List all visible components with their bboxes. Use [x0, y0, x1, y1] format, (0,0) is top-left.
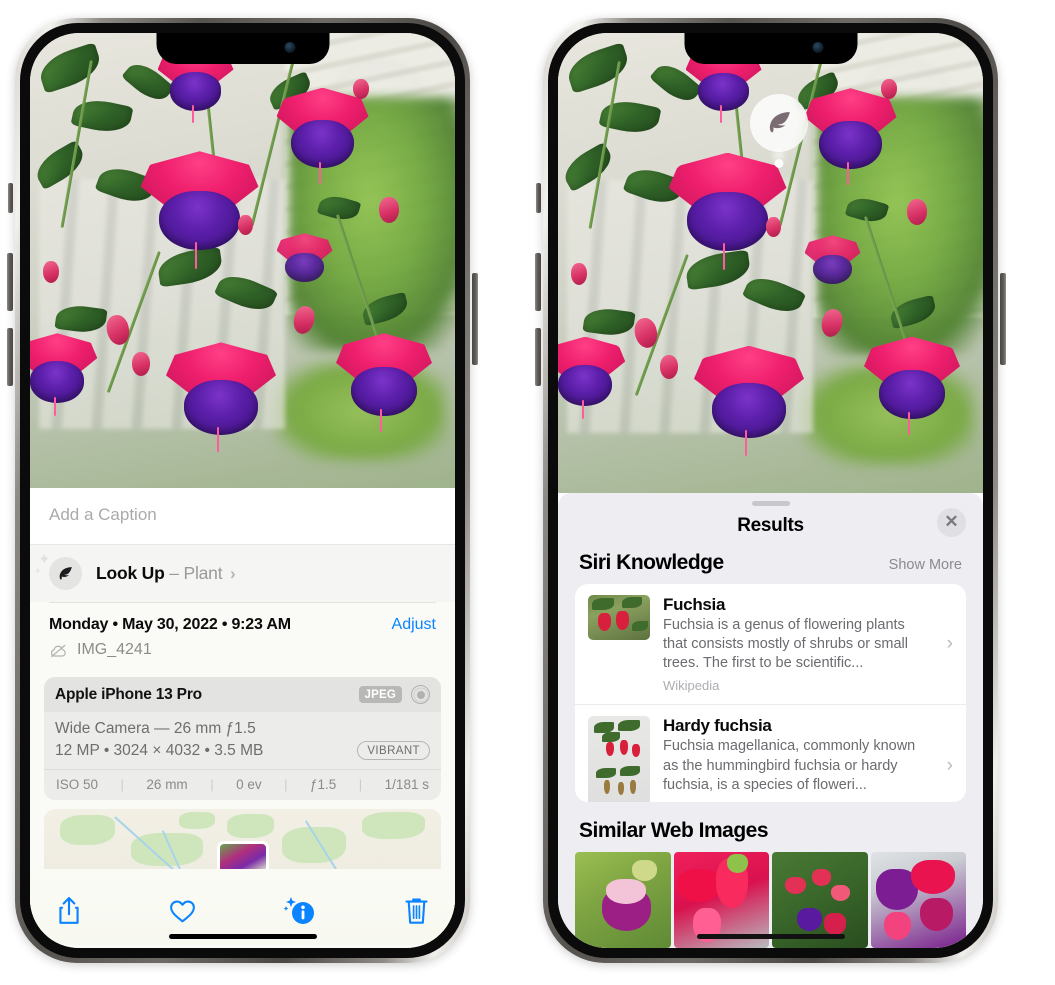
- notch: [156, 33, 329, 64]
- exif-separator: |: [284, 777, 288, 792]
- exif-iso: ISO 50: [56, 777, 99, 792]
- trash-icon[interactable]: [404, 896, 429, 931]
- location-map-thumbnail[interactable]: [44, 809, 441, 869]
- siri-knowledge-header: Siri Knowledge Show More: [558, 551, 983, 584]
- exif-aperture: ƒ1.5: [310, 777, 337, 792]
- photo-pin[interactable]: [216, 841, 269, 869]
- camera-details-card[interactable]: Apple iPhone 13 Pro JPEG Wide Camera — 2…: [44, 677, 441, 800]
- cloud-slash-icon: [50, 644, 66, 657]
- siri-knowledge-card: Fuchsia Fuchsia is a genus of flowering …: [575, 583, 966, 802]
- exif-shutter: 1/181 s: [384, 777, 429, 792]
- volume-up-button[interactable]: [535, 253, 541, 311]
- heart-icon[interactable]: [168, 898, 197, 929]
- left-phone-bezel: Add a Caption ✦ ✦ Look Up – Plant › Mond…: [20, 23, 465, 958]
- list-item[interactable]: Fuchsia Fuchsia is a genus of flowering …: [575, 584, 966, 705]
- chevron-right-icon: ›: [946, 632, 953, 654]
- item-title: Hardy fuchsia: [663, 716, 772, 736]
- mute-switch[interactable]: [536, 183, 541, 213]
- notch: [684, 33, 857, 64]
- right-phone-bezel: Results ✕ Siri Knowledge Show More Fuchs…: [548, 23, 993, 958]
- exif-separator: |: [120, 777, 124, 792]
- camera-card-body: Wide Camera — 26 mm ƒ1.5 12 MP • 3024 × …: [44, 712, 441, 769]
- look-up-label: Look Up – Plant ›: [96, 563, 236, 584]
- caption-row[interactable]: Add a Caption: [30, 488, 455, 545]
- front-camera-icon: [812, 42, 823, 53]
- look-up-row[interactable]: ✦ ✦ Look Up – Plant ›: [30, 545, 455, 602]
- date-taken: Monday • May 30, 2022 • 9:23 AM: [49, 616, 291, 633]
- volume-down-button[interactable]: [535, 328, 541, 386]
- caption-input[interactable]: Add a Caption: [49, 505, 436, 525]
- right-phone-screen: Results ✕ Siri Knowledge Show More Fuchs…: [558, 33, 983, 948]
- look-up-title: Look Up: [96, 563, 165, 583]
- mute-switch[interactable]: [8, 183, 13, 213]
- left-phone-device: Add a Caption ✦ ✦ Look Up – Plant › Mond…: [7, 18, 478, 963]
- camera-card-header: Apple iPhone 13 Pro JPEG: [44, 677, 441, 712]
- sparkles-icon: ✦: [38, 551, 51, 568]
- photo-info-sheet: Add a Caption ✦ ✦ Look Up – Plant › Mond…: [30, 488, 455, 948]
- exif-separator: |: [358, 777, 363, 792]
- adjust-button[interactable]: Adjust: [392, 616, 436, 634]
- results-title: Results: [737, 514, 804, 536]
- screenshot-stage: Add a Caption ✦ ✦ Look Up – Plant › Mond…: [0, 0, 1055, 985]
- sparkles-small-icon: ✦: [34, 566, 42, 576]
- look-up-subject: Plant: [183, 563, 223, 583]
- style-badge: VIBRANT: [357, 741, 430, 760]
- chevron-right-icon: ›: [946, 754, 953, 776]
- format-badge: JPEG: [358, 686, 402, 703]
- photo-fuchsia-garden[interactable]: [30, 33, 455, 488]
- lens-circle-icon: [411, 685, 430, 704]
- web-image-4[interactable]: [870, 852, 966, 948]
- specs-line: 12 MP • 3024 × 4032 • 3.5 MB: [55, 741, 264, 759]
- visual-lookup-results-sheet: Results ✕ Siri Knowledge Show More Fuchs…: [558, 493, 983, 948]
- exif-ev: 0 ev: [236, 777, 262, 792]
- similar-web-images-title: Similar Web Images: [579, 819, 769, 842]
- exif-separator: |: [210, 777, 214, 792]
- front-camera-icon: [284, 42, 295, 53]
- home-indicator[interactable]: [168, 934, 317, 939]
- similar-web-images-header: Similar Web Images: [558, 802, 983, 852]
- item-description: Fuchsia magellanica, commonly known as t…: [663, 738, 916, 793]
- siri-knowledge-title: Siri Knowledge: [579, 550, 724, 574]
- share-icon[interactable]: [56, 896, 82, 931]
- right-phone-device: Results ✕ Siri Knowledge Show More Fuchs…: [535, 18, 1006, 963]
- exif-focal: 26 mm: [146, 777, 188, 792]
- results-header: Results ✕: [558, 506, 983, 551]
- lens-line: Wide Camera — 26 mm ƒ1.5: [55, 720, 256, 737]
- leaf-icon: ✦ ✦: [34, 552, 82, 590]
- badge-anchor-dot: [774, 158, 784, 168]
- home-indicator[interactable]: [696, 934, 845, 939]
- visual-lookup-badge[interactable]: [750, 93, 808, 168]
- list-item[interactable]: Hardy fuchsia Fuchsia magellanica, commo…: [575, 704, 966, 802]
- date-info-block: Monday • May 30, 2022 • 9:23 AM Adjust I…: [30, 603, 455, 669]
- exif-row: ISO 50 | 26 mm | 0 ev | ƒ1.5 | 1/181 s: [44, 769, 441, 800]
- item-source: Wikipedia: [663, 678, 720, 694]
- item-title: Fuchsia: [663, 594, 726, 614]
- close-icon[interactable]: ✕: [937, 507, 966, 537]
- info-sparkle-icon[interactable]: [282, 895, 318, 932]
- chevron-right-icon: ›: [230, 564, 236, 583]
- look-up-dash: –: [169, 563, 179, 583]
- left-phone-screen: Add a Caption ✦ ✦ Look Up – Plant › Mond…: [30, 33, 455, 948]
- show-more-button[interactable]: Show More: [889, 557, 962, 573]
- web-image-1[interactable]: [575, 852, 671, 948]
- volume-up-button[interactable]: [7, 253, 13, 311]
- power-button[interactable]: [1000, 273, 1006, 365]
- fuchsia-thumbnail: [588, 594, 650, 640]
- file-name: IMG_4241: [77, 641, 152, 658]
- hardy-fuchsia-thumbnail: [588, 716, 650, 802]
- item-description: Fuchsia is a genus of flowering plants t…: [663, 616, 908, 672]
- power-button[interactable]: [472, 273, 478, 365]
- photo-fuchsia-garden[interactable]: [558, 33, 983, 493]
- volume-down-button[interactable]: [7, 328, 13, 386]
- device-name: Apple iPhone 13 Pro: [55, 685, 202, 703]
